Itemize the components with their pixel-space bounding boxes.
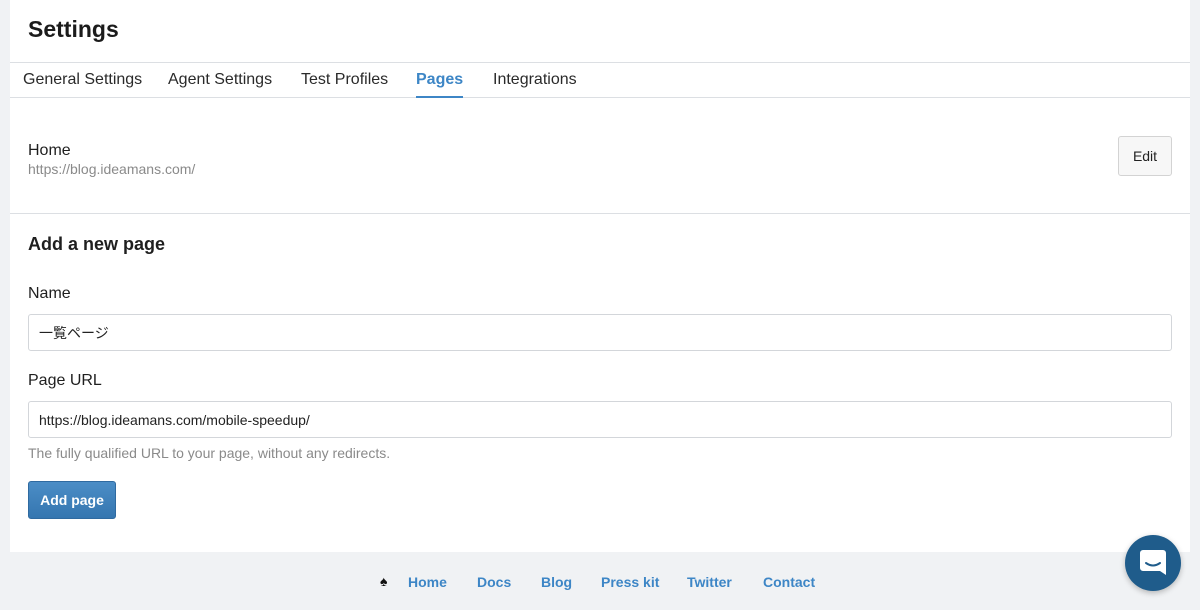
footer: ♠ Home Docs Blog Press kit Twitter Conta… (0, 572, 1200, 592)
page-title: Settings (28, 16, 119, 42)
edit-button[interactable]: Edit (1118, 136, 1172, 176)
name-label: Name (28, 285, 71, 302)
footer-link-twitter[interactable]: Twitter (687, 574, 732, 590)
footer-link-home[interactable]: Home (408, 574, 447, 590)
tab-agent-settings[interactable]: Agent Settings (168, 71, 272, 96)
page-url: https://blog.ideamans.com/ (28, 161, 196, 177)
settings-panel: Settings General Settings Agent Settings… (10, 0, 1190, 552)
footer-link-contact[interactable]: Contact (763, 574, 815, 590)
page-name: Home (28, 142, 71, 159)
tab-test-profiles[interactable]: Test Profiles (301, 71, 388, 96)
chat-bubble-icon (1140, 550, 1166, 575)
name-input[interactable] (28, 314, 1172, 351)
footer-link-blog[interactable]: Blog (541, 574, 572, 590)
add-page-button[interactable]: Add page (28, 481, 116, 519)
page-url-input[interactable] (28, 401, 1172, 438)
divider (10, 213, 1190, 214)
tab-general-settings[interactable]: General Settings (23, 71, 142, 96)
section-title: Add a new page (28, 234, 166, 254)
page-url-help-text: The fully qualified URL to your page, wi… (28, 445, 391, 461)
settings-tabs: General Settings Agent Settings Test Pro… (10, 62, 1190, 98)
spade-icon: ♠ (380, 573, 388, 589)
tab-integrations[interactable]: Integrations (493, 71, 577, 96)
page-url-label: Page URL (28, 372, 102, 389)
footer-link-press-kit[interactable]: Press kit (601, 574, 659, 590)
footer-link-docs[interactable]: Docs (477, 574, 511, 590)
tab-pages[interactable]: Pages (416, 71, 464, 98)
chat-launcher-button[interactable] (1125, 535, 1181, 591)
